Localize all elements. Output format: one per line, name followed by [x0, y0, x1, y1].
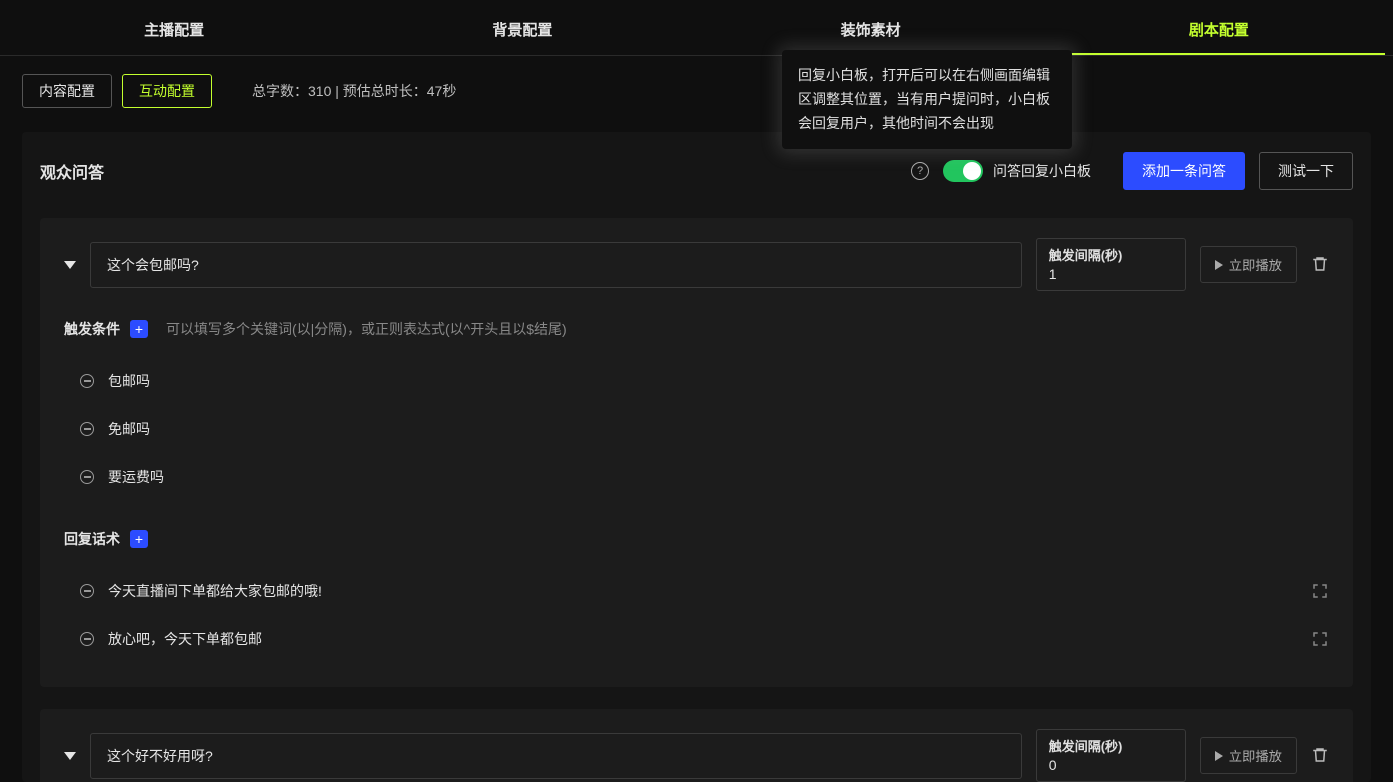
add-qa-button[interactable]: 添加一条问答 — [1123, 152, 1245, 190]
sub-row: 内容配置 互动配置 总字数：310 | 预估总时长：47秒 回复小白板，打开后可… — [0, 56, 1393, 132]
question-input[interactable] — [90, 733, 1022, 779]
conditions-header: 触发条件 — [64, 319, 120, 339]
remove-condition-icon[interactable] — [80, 422, 94, 436]
condition-list: 包邮吗 免邮吗 要运费吗 — [80, 357, 1329, 501]
whiteboard-toggle-label: 问答回复小白板 — [993, 161, 1091, 181]
delete-icon[interactable] — [1311, 255, 1329, 275]
condition-text: 包邮吗 — [108, 371, 150, 391]
interval-box: 触发间隔(秒) — [1036, 238, 1186, 291]
whiteboard-toggle[interactable] — [943, 160, 983, 182]
condition-item: 要运费吗 — [80, 453, 1329, 501]
tab-script-config[interactable]: 剧本配置 — [1053, 6, 1385, 55]
remove-condition-icon[interactable] — [80, 374, 94, 388]
add-condition-button[interactable]: + — [130, 320, 148, 338]
expand-icon[interactable] — [1311, 630, 1329, 648]
play-now-label: 立即播放 — [1229, 255, 1282, 274]
help-icon[interactable]: ? — [911, 162, 929, 180]
remove-reply-icon[interactable] — [80, 584, 94, 598]
play-icon — [1215, 260, 1223, 270]
stats-text: 总字数：310 | 预估总时长：47秒 — [252, 81, 456, 101]
play-now-button[interactable]: 立即播放 — [1200, 246, 1297, 283]
main-panel: 观众问答 ? 问答回复小白板 添加一条问答 测试一下 触发间隔(秒) 立即播放 … — [22, 132, 1371, 782]
qa-card: 触发间隔(秒) 立即播放 触发条件 + 可以填写多个关键词(以|分隔)，或正则表… — [40, 218, 1353, 687]
test-button[interactable]: 测试一下 — [1259, 152, 1353, 190]
delete-icon[interactable] — [1311, 746, 1329, 766]
qa-card: 触发间隔(秒) 立即播放 — [40, 709, 1353, 782]
reply-item: 今天直播间下单都给大家包邮的哦! — [80, 567, 1329, 615]
chevron-down-icon[interactable] — [64, 261, 76, 269]
interval-input[interactable] — [1049, 757, 1173, 773]
whiteboard-tooltip: 回复小白板，打开后可以在右侧画面编辑区调整其位置，当有用户提问时，小白板会回复用… — [782, 50, 1072, 149]
play-now-label: 立即播放 — [1229, 746, 1282, 765]
question-input[interactable] — [90, 242, 1022, 288]
reply-text: 放心吧，今天下单都包邮 — [108, 629, 1297, 649]
tab-anchor-config[interactable]: 主播配置 — [8, 6, 340, 55]
panel-title: 观众问答 — [40, 159, 104, 183]
condition-item: 免邮吗 — [80, 405, 1329, 453]
expand-icon[interactable] — [1311, 582, 1329, 600]
subtab-interaction[interactable]: 互动配置 — [122, 74, 212, 108]
panel-head: 观众问答 ? 问答回复小白板 添加一条问答 测试一下 — [40, 152, 1353, 190]
condition-item: 包邮吗 — [80, 357, 1329, 405]
remove-reply-icon[interactable] — [80, 632, 94, 646]
subtab-content[interactable]: 内容配置 — [22, 74, 112, 108]
conditions-hint: 可以填写多个关键词(以|分隔)，或正则表达式(以^开头且以$结尾) — [166, 319, 567, 339]
condition-text: 免邮吗 — [108, 419, 150, 439]
remove-condition-icon[interactable] — [80, 470, 94, 484]
tab-decoration[interactable]: 装饰素材 — [705, 6, 1037, 55]
interval-label: 触发间隔(秒) — [1049, 736, 1173, 755]
interval-input[interactable] — [1049, 266, 1173, 282]
reply-item: 放心吧，今天下单都包邮 — [80, 615, 1329, 663]
play-now-button[interactable]: 立即播放 — [1200, 737, 1297, 774]
replies-header: 回复话术 — [64, 529, 120, 549]
reply-text: 今天直播间下单都给大家包邮的哦! — [108, 581, 1297, 601]
interval-box: 触发间隔(秒) — [1036, 729, 1186, 782]
chevron-down-icon[interactable] — [64, 752, 76, 760]
add-reply-button[interactable]: + — [130, 530, 148, 548]
play-icon — [1215, 751, 1223, 761]
reply-list: 今天直播间下单都给大家包邮的哦! 放心吧，今天下单都包邮 — [80, 567, 1329, 663]
interval-label: 触发间隔(秒) — [1049, 245, 1173, 264]
tab-background-config[interactable]: 背景配置 — [356, 6, 688, 55]
top-tabs: 主播配置 背景配置 装饰素材 剧本配置 — [0, 6, 1393, 56]
condition-text: 要运费吗 — [108, 467, 164, 487]
